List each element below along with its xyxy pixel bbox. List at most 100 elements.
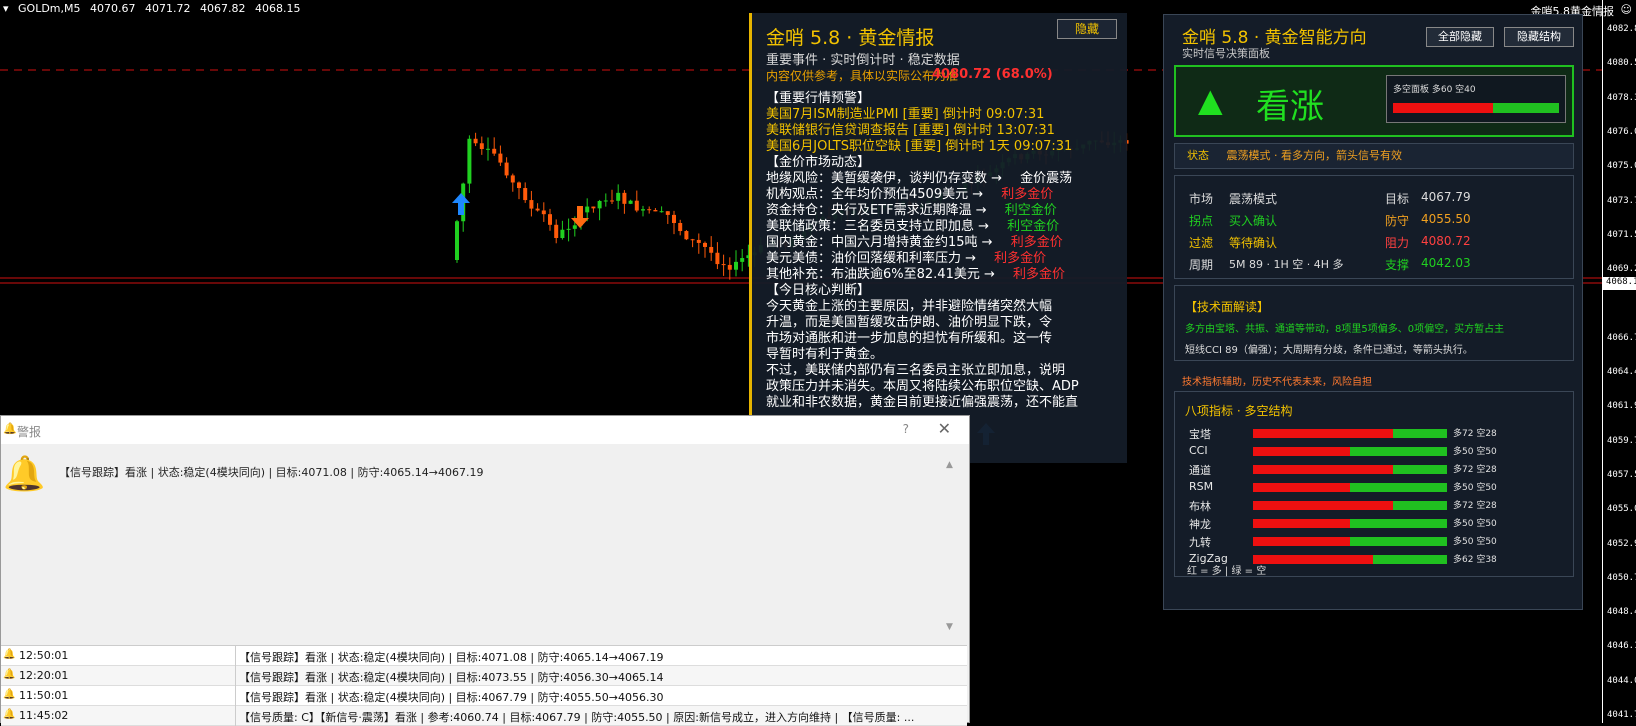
price-tick: 4050.70 [1607,572,1636,583]
news-disclaimer: 内容仅供参考，具体以实际公布为准 [766,69,959,83]
news-subtitle: 重要事件 · 实时倒计时 · 稳定数据 [766,53,960,68]
alert-text: 【信号跟踪】看涨 | 状态:稳定(4模块同向) | 目标:4071.08 | 防… [239,651,664,664]
scroll-up-icon[interactable]: ▲ [946,460,953,470]
hide-structure-button[interactable]: 隐藏结构 [1504,27,1574,47]
bell-icon: 🔔 [3,709,16,720]
candle-body [740,258,745,262]
alert-item: 美国7月ISM制造业PMI [重要] 倒计时 09:07:31 [766,107,1045,122]
bull-bear-bar [1393,103,1559,113]
candle-body [734,261,738,270]
market-section-heading: 【金价市场动态】 [766,155,871,170]
market-item-text: 机构观点：全年均价预估4509美元 → [766,187,984,202]
candle-body [548,214,552,225]
alert-history-row[interactable]: 🔔 12:20:01 【信号跟踪】看涨 | 状态:稳定(4模块同向) | 目标:40… [1,666,967,686]
alert-time: 12:20:01 [19,669,69,682]
support-label: 支撑 [1385,258,1410,272]
bell-small-icon: 🔔 [3,422,17,435]
market-item-text: 资金持仓：央行及ETF需求近期降温 → [766,203,987,218]
indicator-value: 多50 空50 [1453,483,1497,493]
candle-body [678,223,683,232]
tech-heading: 【技术面解读】 [1185,300,1270,314]
candle-body [523,188,528,201]
news-title: 金哨 5.8 · 黄金情报 [766,27,935,49]
bell-icon: 🔔 [3,649,16,660]
market-item-text: 其他补充：布油跌逾6%至82.41美元 → [766,267,995,282]
indicator-row: 神龙 多50 空50 [1189,516,1497,532]
risk-note: 技术指标辅助，历史不代表未来，风险自担 [1182,377,1372,388]
candle-body [554,224,559,239]
bell-icon: 🔔 [3,689,16,700]
indicator-bar [1253,555,1447,564]
market-item-tag: 利多金价 [1006,235,1063,250]
market-item-tag: 利空金价 [1003,219,1060,234]
bull-portion [1253,537,1350,546]
symbol-label: GOLDm,M5 [18,2,81,15]
indicator-name: 九转 [1189,536,1211,549]
current-price-tag: 4068.15 [1603,277,1636,290]
alert-item: 美联储银行信贷调查报告 [重要] 倒计时 13:07:31 [766,123,1055,138]
price-tick: 4061.95 [1607,401,1636,412]
candle-body [572,225,577,229]
candle-body [585,206,590,213]
candle-body [703,242,707,247]
resistance-label: 4080.72 (68.0%) [932,67,1053,82]
candle-body [510,175,515,183]
dropdown-icon[interactable]: ▾ [3,2,9,15]
indicator-row: 宝塔 多72 空28 [1189,426,1497,442]
candle-body [486,148,490,150]
candle-body [727,264,732,270]
price-tick: 4066.75 [1607,332,1636,343]
defend-label: 防守 [1385,214,1410,228]
message-scrollbar[interactable]: ▲ ▼ [946,460,958,632]
resist-value: 4080.72 [1421,234,1471,248]
hide-all-button[interactable]: 全部隐藏 [1426,27,1494,47]
status-row: 状态 震荡模式 · 看多方向，箭头信号有效 [1174,143,1574,169]
market-item-tag: 利空金价 [1000,203,1057,218]
alert-history-row[interactable]: 🔔 11:45:02 【信号质量: C】【新信号·震荡】看涨 | 参考:4060.7… [1,706,967,726]
indicator-name: 神龙 [1189,518,1211,531]
market-item: 资金持仓：央行及ETF需求近期降温 → 利空金价 [766,203,1126,219]
entry-value: 买入确认 [1229,214,1278,228]
market-item-tag: 利多金价 [997,187,1054,202]
judge-line: 导暂时有利于黄金。 [766,347,884,362]
candle-body [455,221,459,260]
indicator-bar [1253,519,1447,528]
indicator-value: 多72 空28 [1453,501,1497,511]
market-item: 地缘风险：美暂缓袭伊，谈判仍存变数 → 金价震荡 [766,171,1126,187]
candle-body [684,231,689,240]
bear-portion [1392,501,1447,510]
help-button[interactable]: ? [903,422,909,436]
column-divider [235,666,236,686]
alert-history-row[interactable]: 🔔 11:50:01 【信号跟踪】看涨 | 状态:稳定(4模块同向) | 目标:40… [1,686,967,706]
column-divider [235,686,236,706]
judge-line: 升温，而是美国暂缓攻击伊朗、油价明显下跌，令 [766,315,1053,330]
scroll-down-icon[interactable]: ▼ [946,622,953,632]
market-item: 国内黄金：中国六月增持黄金约15吨 → 利多金价 [766,235,1126,251]
alert-history-list[interactable]: 🔔 12:50:01 【信号跟踪】看涨 | 状态:稳定(4模块同向) | 目标:40… [1,645,967,726]
alert-item: 美国6月JOLTS职位空缺 [重要] 倒计时 1天 09:07:31 [766,139,1073,154]
bull-portion [1253,555,1374,564]
signal-panel: 金哨 5.8 · 黄金智能方向 实时信号决策面板 全部隐藏 隐藏结构 ▲ 看涨 … [1163,14,1583,610]
judge-line: 政策压力并未消失。本周又将陆续公布职位空缺、ADP [766,379,1079,394]
candle-body [641,209,645,211]
close-value: 4068.15 [255,2,301,15]
candle-body [709,246,714,253]
bell-icon: 🔔 [3,454,46,494]
price-tick: 4069.25 [1607,264,1636,275]
candle-body [603,200,608,202]
candle-body [622,192,627,204]
market-label: 市场 [1189,192,1214,206]
news-panel: 金哨 5.8 · 黄金情报 重要事件 · 实时倒计时 · 稳定数据 内容仅供参考… [749,13,1127,463]
alert-history-row[interactable]: 🔔 12:50:01 【信号跟踪】看涨 | 状态:稳定(4模块同向) | 目标:40… [1,646,967,666]
candle-body [597,201,602,209]
tech-box: 【技术面解读】 多方由宝塔、共振、通道等带动，8项里5项偏多、0项偏空，买方暂占… [1174,285,1574,361]
hide-news-button[interactable]: 隐藏 [1057,19,1117,39]
indicator-bar [1253,447,1447,456]
price-axis[interactable]: 4082.85 4080.55 4078.30 4076.00 4075.05 4073.… [1602,0,1636,723]
candle-body [591,206,596,209]
candle-body [715,252,720,265]
judge-section-heading: 【今日核心判断】 [766,283,871,298]
close-button[interactable]: ✕ [938,419,951,438]
judge-line: 市场对通胀和进一步加息的担忧有所缓和。这一传 [766,331,1053,346]
alert-titlebar[interactable]: 🔔 警报 ? ✕ [1,416,969,444]
